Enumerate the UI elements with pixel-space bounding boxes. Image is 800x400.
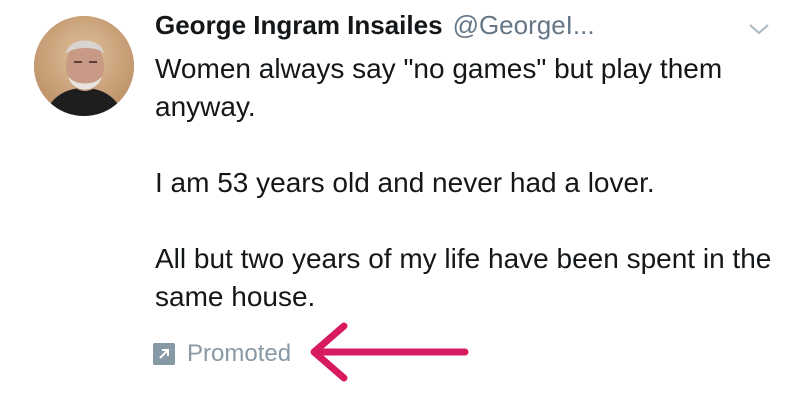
annotation-arrow-icon <box>310 322 469 382</box>
tweet-paragraph: I am 53 years old and never had a lover. <box>155 167 655 198</box>
tweet-paragraph: All but two years of my life have been s… <box>155 243 772 312</box>
chevron-down-icon[interactable] <box>748 22 770 36</box>
promoted-badge[interactable]: Promoted <box>153 340 291 368</box>
promoted-arrow-icon <box>153 343 175 365</box>
avatar[interactable] <box>34 16 134 116</box>
tweet-header: George Ingram Insailes @GeorgeI... <box>155 10 595 46</box>
promoted-label: Promoted <box>187 340 292 367</box>
avatar-photo <box>34 16 134 116</box>
tweet-paragraph: Women always say "no games" but play the… <box>155 53 723 122</box>
tweet-text: Women always say "no games" but play the… <box>155 50 785 316</box>
author-handle[interactable]: @GeorgeI... <box>453 10 595 41</box>
author-display-name[interactable]: George Ingram Insailes <box>155 10 443 41</box>
tweet-card[interactable]: George Ingram Insailes @GeorgeI... Women… <box>0 0 800 400</box>
